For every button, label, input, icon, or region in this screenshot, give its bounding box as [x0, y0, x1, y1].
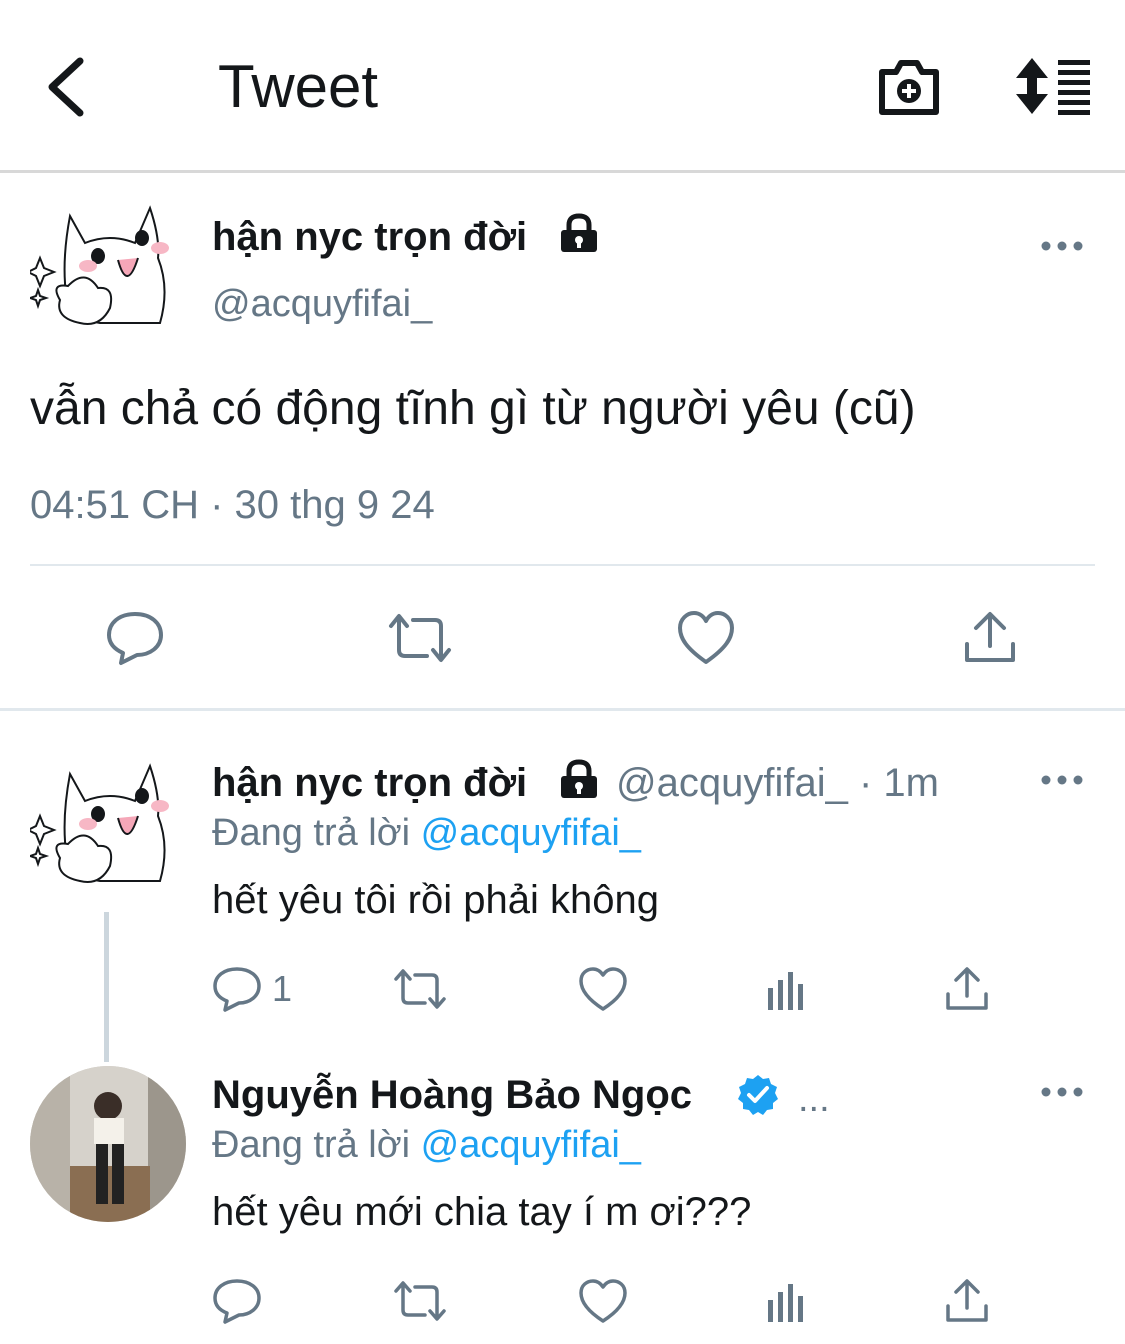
lock-icon	[558, 213, 600, 255]
heart-icon	[678, 611, 734, 664]
more-options-button[interactable]	[1040, 236, 1086, 256]
lock-icon	[558, 759, 600, 801]
camera-plus-icon	[879, 60, 939, 115]
reply-handle[interactable]: @acquyfifai_	[616, 761, 848, 805]
author-handle[interactable]: @acquyfifai_	[212, 282, 432, 326]
section-divider	[0, 708, 1125, 711]
reply-avatar[interactable]	[30, 1066, 186, 1222]
share-icon	[946, 1279, 988, 1322]
share-icon	[965, 612, 1015, 662]
cat-avatar-icon	[30, 763, 169, 883]
replying-to: Đang trả lời @acquyfifai_	[212, 1122, 641, 1168]
camera-button[interactable]	[876, 56, 942, 118]
share-button[interactable]	[944, 1278, 990, 1324]
share-icon	[946, 967, 988, 1010]
cat-avatar-icon	[30, 205, 169, 325]
retweet-button[interactable]	[385, 612, 455, 664]
reply-button[interactable]	[105, 610, 165, 666]
more-options-button[interactable]	[1040, 1082, 1086, 1102]
retweet-icon	[394, 1281, 446, 1321]
tweet-text: vẫn chả có động tĩnh gì từ người yêu (cũ…	[30, 382, 916, 435]
reply-header: hận nyc trọn đời	[212, 760, 527, 806]
replying-to: Đang trả lời @acquyfifai_	[212, 810, 641, 856]
share-button[interactable]	[944, 966, 990, 1012]
reply-display-name[interactable]: hận nyc trọn đời	[212, 761, 527, 805]
reply-text: hết yêu mới chia tay í m ơi???	[212, 1190, 752, 1234]
back-button[interactable]	[40, 55, 100, 120]
author-display-name: hận nyc trọn đời	[212, 215, 528, 259]
analytics-icon	[768, 972, 803, 1010]
analytics-icon	[768, 1284, 803, 1322]
replying-to-handle[interactable]: @acquyfifai_	[421, 1124, 641, 1166]
reply-icon	[107, 612, 163, 665]
reply-handle-time: @acquyfifai_ · 1m	[616, 760, 939, 806]
page-title: Tweet	[218, 53, 379, 120]
replying-prefix: Đang trả lời	[212, 1124, 411, 1166]
reply-icon	[213, 1279, 261, 1324]
reply-icon	[213, 967, 261, 1012]
author-name[interactable]: hận nyc trọn đời	[212, 214, 527, 260]
reply-avatar[interactable]	[30, 756, 180, 911]
heart-icon	[579, 1279, 627, 1323]
sort-list-icon	[1016, 58, 1090, 115]
heart-icon	[579, 967, 627, 1011]
more-dots-icon	[1041, 775, 1083, 785]
like-button[interactable]	[676, 610, 736, 666]
retweet-button[interactable]	[392, 1280, 448, 1322]
reply-button[interactable]: 1	[212, 966, 302, 1012]
more-options-button[interactable]	[1040, 770, 1086, 790]
replying-prefix: Đang trả lời	[212, 812, 411, 854]
more-dots-icon	[1041, 1087, 1083, 1097]
header-divider	[0, 170, 1125, 173]
analytics-button[interactable]	[766, 970, 806, 1010]
reply-text: hết yêu tôi rồi phải không	[212, 878, 659, 922]
reply-display-name[interactable]: Nguyễn Hoàng Bảo Ngọc	[212, 1072, 692, 1118]
tweet-divider	[30, 564, 1095, 566]
like-button[interactable]	[578, 966, 628, 1012]
chevron-left-icon	[48, 57, 84, 117]
retweet-icon	[394, 969, 446, 1009]
share-button[interactable]	[962, 610, 1018, 666]
more-dots-icon	[1041, 241, 1083, 251]
verified-badge-icon	[736, 1073, 780, 1117]
tweet-timestamp[interactable]: 04:51 CH · 30 thg 9 24	[30, 482, 435, 528]
thread-line	[104, 912, 109, 1062]
reply-time: · 1m	[858, 761, 939, 805]
replying-to-handle[interactable]: @acquyfifai_	[421, 812, 641, 854]
reply-count: 1	[272, 968, 293, 1009]
retweet-button[interactable]	[392, 968, 448, 1010]
like-button[interactable]	[578, 1278, 628, 1324]
sort-button[interactable]	[1012, 56, 1092, 116]
retweet-icon	[389, 614, 451, 662]
reply-truncation: ...	[798, 1078, 830, 1120]
reply-button[interactable]	[212, 1278, 262, 1324]
analytics-button[interactable]	[766, 1282, 806, 1322]
person-photo-avatar	[30, 1066, 186, 1222]
avatar[interactable]	[30, 198, 180, 353]
